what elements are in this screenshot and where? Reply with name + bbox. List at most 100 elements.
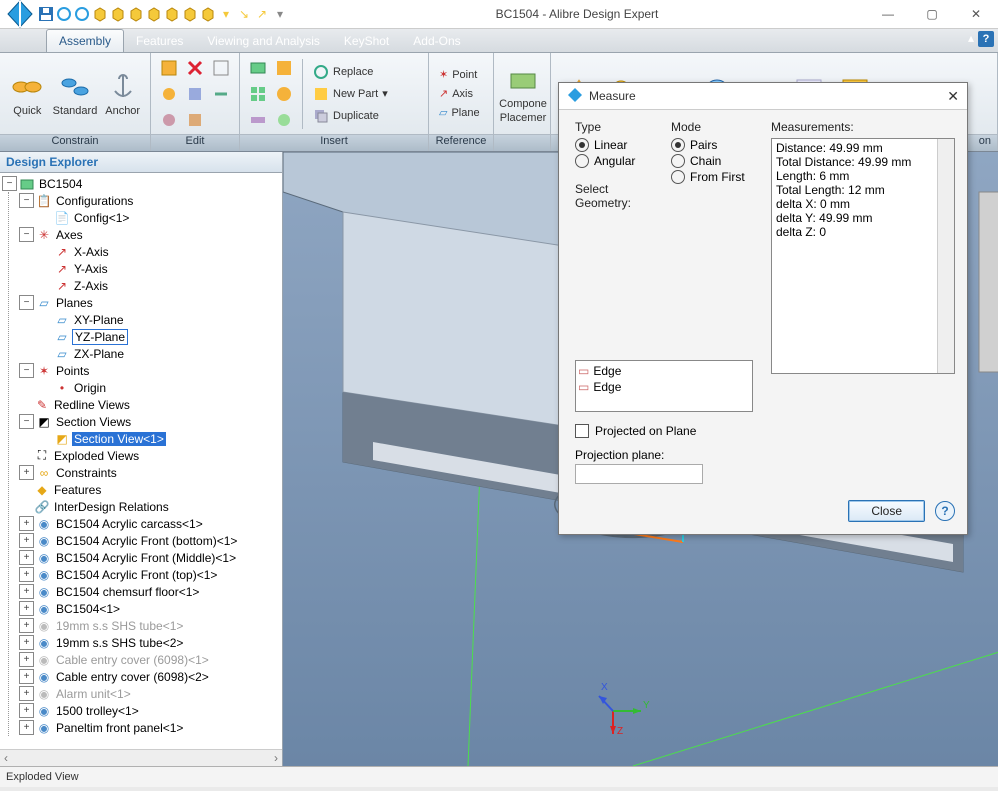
redo-icon[interactable]: [74, 6, 90, 22]
tree-toggle[interactable]: −: [19, 363, 34, 378]
standard-constrain-button[interactable]: Standard: [53, 71, 98, 117]
tree-sectionviews[interactable]: Section Views: [54, 415, 133, 429]
dialog-help-icon[interactable]: ?: [935, 501, 955, 521]
tree-toggle[interactable]: +: [19, 652, 34, 667]
undo-icon[interactable]: [56, 6, 72, 22]
edit-btn8[interactable]: [183, 108, 207, 132]
tree-toggle[interactable]: −: [19, 414, 34, 429]
tree-part[interactable]: Cable entry cover (6098)<2>: [54, 670, 211, 684]
tab-addons[interactable]: Add-Ons: [401, 30, 472, 52]
tree-redline[interactable]: Redline Views: [52, 398, 132, 412]
ref-point-button[interactable]: ✶Point: [435, 67, 484, 82]
geom-edge1[interactable]: Edge: [593, 364, 621, 378]
minimize-ribbon-icon[interactable]: ▴: [968, 31, 974, 47]
tree-interdesign[interactable]: InterDesign Relations: [52, 500, 171, 514]
tree-yaxis[interactable]: Y-Axis: [72, 262, 110, 276]
radio-linear[interactable]: Linear: [575, 138, 659, 152]
tree-xy[interactable]: XY-Plane: [72, 313, 126, 327]
tree-toggle[interactable]: −: [19, 227, 34, 242]
ref-plane-button[interactable]: ▱Plane: [435, 105, 484, 120]
tree-toggle[interactable]: +: [19, 516, 34, 531]
edit-btn4[interactable]: [157, 82, 181, 106]
insert-btn5[interactable]: [246, 108, 270, 132]
cube3-icon[interactable]: [128, 6, 144, 22]
tree-part[interactable]: BC1504 Acrylic Front (top)<1>: [54, 568, 219, 582]
tab-features[interactable]: Features: [124, 30, 195, 52]
tree-zx[interactable]: ZX-Plane: [72, 347, 126, 361]
help-icon[interactable]: ?: [978, 31, 994, 47]
tree-toggle[interactable]: +: [19, 584, 34, 599]
tree-config1[interactable]: Config<1>: [72, 211, 131, 225]
tree-toggle[interactable]: −: [19, 295, 34, 310]
tree-root[interactable]: BC1504: [37, 177, 84, 191]
[interactable]: Alarm unit<1>: [54, 687, 133, 701]
tree-part[interactable]: BC1504 Acrylic Front (Middle)<1>: [54, 551, 238, 565]
tree-toggle[interactable]: −: [19, 193, 34, 208]
tree-xaxis[interactable]: X-Axis: [72, 245, 111, 259]
tree-toggle[interactable]: +: [19, 635, 34, 650]
tree-toggle[interactable]: +: [19, 533, 34, 548]
close-window-button[interactable]: ✕: [954, 0, 998, 28]
replace-button[interactable]: Replace: [309, 63, 392, 81]
tab-keyshot[interactable]: KeyShot: [332, 30, 401, 52]
edit-btn7[interactable]: [157, 108, 181, 132]
insert-btn1[interactable]: [246, 56, 270, 80]
qat-more-icon[interactable]: ▾: [272, 6, 288, 22]
explorer-tree[interactable]: −BC1504 −📋Configurations 📄Config<1> −✳Ax…: [0, 173, 282, 749]
tree-toggle[interactable]: +: [19, 465, 34, 480]
insert-btn2[interactable]: [272, 56, 296, 80]
tree-planes[interactable]: Planes: [54, 296, 95, 310]
cube2-icon[interactable]: [110, 6, 126, 22]
edit-btn1[interactable]: [157, 56, 181, 80]
insert-btn3[interactable]: [246, 82, 270, 106]
cube6-icon[interactable]: [182, 6, 198, 22]
tree-sectionview1[interactable]: Section View<1>: [72, 432, 166, 446]
arrow2-icon[interactable]: ↗: [254, 6, 270, 22]
tree-part[interactable]: 19mm s.s SHS tube<1>: [54, 619, 185, 633]
insert-btn6[interactable]: [272, 108, 296, 132]
explorer-hscroll[interactable]: ‹›: [0, 749, 282, 766]
tree-part[interactable]: 1500 trolley<1>: [54, 704, 141, 718]
maximize-button[interactable]: ▢: [910, 0, 954, 28]
dialog-close-icon[interactable]: ✕: [947, 88, 959, 105]
tab-viewing[interactable]: Viewing and Analysis: [195, 30, 332, 52]
component-placement-button[interactable]: ComponePlacemer: [500, 64, 546, 124]
tree-configurations[interactable]: Configurations: [54, 194, 135, 208]
radio-angular[interactable]: Angular: [575, 154, 659, 168]
radio-pairs[interactable]: Pairs: [671, 138, 759, 152]
tree-part[interactable]: BC1504 Acrylic Front (bottom)<1>: [54, 534, 239, 548]
cube4-icon[interactable]: [146, 6, 162, 22]
tree-toggle[interactable]: −: [2, 176, 17, 191]
cube7-icon[interactable]: [200, 6, 216, 22]
tree-zaxis[interactable]: Z-Axis: [72, 279, 110, 293]
quick-constrain-button[interactable]: Quick: [6, 71, 49, 117]
anchor-button[interactable]: Anchor: [101, 71, 144, 117]
projection-plane-input[interactable]: [575, 464, 703, 484]
ref-axis-button[interactable]: ↗Axis: [435, 86, 484, 101]
tab-assembly[interactable]: Assembly: [46, 29, 124, 52]
tree-features[interactable]: Features: [52, 483, 103, 497]
cube1-icon[interactable]: [92, 6, 108, 22]
tree-toggle[interactable]: +: [19, 618, 34, 633]
tree-toggle[interactable]: +: [19, 601, 34, 616]
edit-btn6[interactable]: [209, 82, 233, 106]
tree-points[interactable]: Points: [54, 364, 91, 378]
radio-fromfirst[interactable]: From First: [671, 170, 759, 184]
save-icon[interactable]: [38, 6, 54, 22]
tree-part[interactable]: BC1504 Acrylic carcass<1>: [54, 517, 205, 531]
tree-toggle[interactable]: +: [19, 669, 34, 684]
minimize-button[interactable]: —: [866, 0, 910, 28]
tree-axes[interactable]: Axes: [54, 228, 85, 242]
projected-checkbox[interactable]: Projected on Plane: [575, 424, 955, 438]
tree-toggle[interactable]: +: [19, 720, 34, 735]
arrow1-icon[interactable]: ↘: [236, 6, 252, 22]
edit-delete-icon[interactable]: [183, 56, 207, 80]
edit-btn3[interactable]: [209, 56, 233, 80]
tree-toggle[interactable]: +: [19, 703, 34, 718]
tree-toggle[interactable]: +: [19, 550, 34, 565]
cube5-icon[interactable]: [164, 6, 180, 22]
tree-origin[interactable]: Origin: [72, 381, 108, 395]
tree-part[interactable]: BC1504 chemsurf floor<1>: [54, 585, 201, 599]
tree-part[interactable]: Cable entry cover (6098)<1>: [54, 653, 211, 667]
radio-chain[interactable]: Chain: [671, 154, 759, 168]
